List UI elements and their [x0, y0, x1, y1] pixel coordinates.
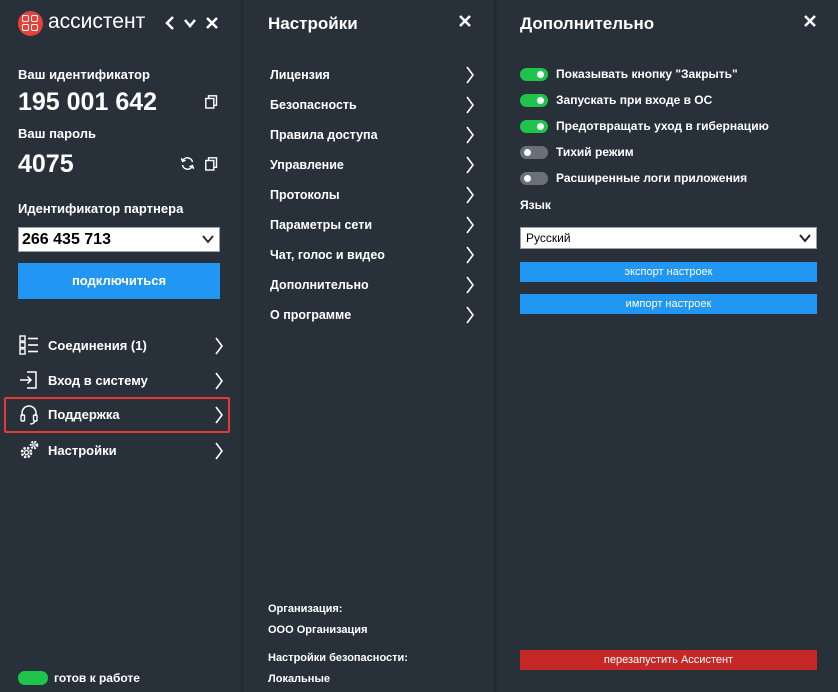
- language-select[interactable]: Русский: [520, 227, 817, 249]
- chevron-right-icon: [215, 406, 223, 424]
- status-text: готов к работе: [54, 671, 140, 685]
- toggle-switch[interactable]: [520, 94, 548, 107]
- settings-item-chat-voice-video[interactable]: Чат, голос и видео: [270, 241, 475, 269]
- chevron-right-icon: [466, 96, 474, 114]
- toggle-switch[interactable]: [520, 120, 548, 133]
- headset-icon: [20, 405, 38, 425]
- chevron-right-icon: [466, 66, 474, 84]
- toggle-switch[interactable]: [520, 146, 548, 159]
- settings-item-about[interactable]: О программе: [270, 301, 475, 329]
- gears-icon: [20, 440, 39, 459]
- settings-item-control[interactable]: Управление: [270, 151, 475, 179]
- settings-item-label: Дополнительно: [270, 278, 369, 292]
- close-icon[interactable]: [803, 14, 817, 28]
- nav-item-label: Поддержка: [48, 407, 120, 422]
- settings-item-label: О программе: [270, 308, 352, 322]
- settings-item-label: Лицензия: [270, 68, 330, 82]
- option-label: Предотвращать уход в гибернацию: [556, 119, 769, 133]
- settings-item-advanced[interactable]: Дополнительно: [270, 271, 475, 299]
- copy-password-icon[interactable]: [205, 157, 218, 171]
- settings-item-label: Чат, голос и видео: [270, 248, 385, 262]
- option-label: Тихий режим: [556, 145, 634, 159]
- chevron-right-icon: [466, 126, 474, 144]
- settings-panel: Настройки Лицензия Безопасность Правила …: [244, 0, 494, 692]
- partner-id-value: 266 435 713: [22, 231, 111, 248]
- advanced-title: Дополнительно: [520, 14, 655, 33]
- chevron-right-icon: [466, 306, 474, 324]
- settings-item-label: Параметры сети: [270, 218, 373, 232]
- advanced-panel: Дополнительно Показывать кнопку "Закрыть…: [497, 0, 838, 692]
- status-indicator: [18, 671, 48, 685]
- chevron-down-icon[interactable]: [798, 231, 812, 245]
- refresh-icon[interactable]: [180, 156, 195, 171]
- id-value: 195 001 642: [18, 88, 158, 116]
- close-icon[interactable]: [205, 14, 219, 32]
- export-settings-button[interactable]: экспорт настроек: [520, 262, 817, 282]
- option-label: Запускать при входе в ОС: [556, 93, 713, 107]
- nav-item-label: Соединения (1): [48, 338, 147, 353]
- security-settings-value: Локальные: [268, 673, 330, 685]
- settings-item-label: Правила доступа: [270, 128, 378, 142]
- login-icon: [20, 371, 37, 389]
- settings-item-label: Безопасность: [270, 98, 357, 112]
- close-icon[interactable]: [458, 14, 472, 28]
- toggle-switch[interactable]: [520, 68, 548, 81]
- chevron-right-icon: [466, 276, 474, 294]
- nav-item-settings[interactable]: Настройки: [18, 437, 224, 465]
- app-logo-icon: [18, 11, 43, 36]
- chevron-right-icon: [466, 216, 474, 234]
- settings-item-security[interactable]: Безопасность: [270, 91, 475, 119]
- restart-button[interactable]: перезапустить Ассистент: [520, 650, 817, 670]
- settings-item-access-rules[interactable]: Правила доступа: [270, 121, 475, 149]
- partner-id-label: Идентификатор партнера: [18, 201, 184, 216]
- nav-item-label: Вход в систему: [48, 373, 148, 388]
- security-settings-label: Настройки безопасности:: [268, 652, 408, 664]
- settings-item-network[interactable]: Параметры сети: [270, 211, 475, 239]
- chevron-right-icon: [215, 442, 223, 460]
- password-value: 4075: [18, 150, 74, 178]
- option-label: Показывать кнопку "Закрыть": [556, 67, 738, 81]
- chevron-down-icon[interactable]: [201, 232, 215, 246]
- copy-id-icon[interactable]: [205, 95, 218, 109]
- chevron-right-icon: [466, 246, 474, 264]
- collapse-icon[interactable]: [163, 14, 177, 32]
- chevron-right-icon: [215, 337, 223, 355]
- language-value: Русский: [526, 231, 571, 245]
- chevron-right-icon: [215, 372, 223, 390]
- org-label: Организация:: [268, 603, 343, 615]
- nav-item-login[interactable]: Вход в систему: [18, 367, 224, 395]
- settings-item-label: Управление: [270, 158, 344, 172]
- settings-item-license[interactable]: Лицензия: [270, 61, 475, 89]
- partner-id-input[interactable]: 266 435 713: [18, 227, 220, 252]
- list-icon: [19, 335, 38, 355]
- toggle-switch[interactable]: [520, 172, 548, 185]
- nav-item-connections[interactable]: Соединения (1): [18, 332, 224, 360]
- main-panel: ассистент Ваш идентификатор 195 001 642 …: [0, 0, 240, 692]
- chevron-right-icon: [466, 186, 474, 204]
- connect-button[interactable]: подключиться: [18, 263, 220, 299]
- settings-title: Настройки: [268, 14, 358, 33]
- settings-item-protocols[interactable]: Протоколы: [270, 181, 475, 209]
- chevron-right-icon: [466, 156, 474, 174]
- org-value: ООО Организация: [268, 624, 368, 636]
- nav-item-label: Настройки: [48, 443, 117, 458]
- chevron-down-icon[interactable]: [183, 14, 197, 32]
- nav-item-support[interactable]: Поддержка: [18, 401, 224, 429]
- import-settings-button[interactable]: импорт настроек: [520, 294, 817, 314]
- id-label: Ваш идентификатор: [18, 67, 150, 82]
- settings-item-label: Протоколы: [270, 188, 340, 202]
- option-label: Расширенные логи приложения: [556, 171, 748, 185]
- app-title: ассистент: [48, 10, 146, 33]
- password-label: Ваш пароль: [18, 126, 96, 141]
- language-label: Язык: [520, 198, 551, 212]
